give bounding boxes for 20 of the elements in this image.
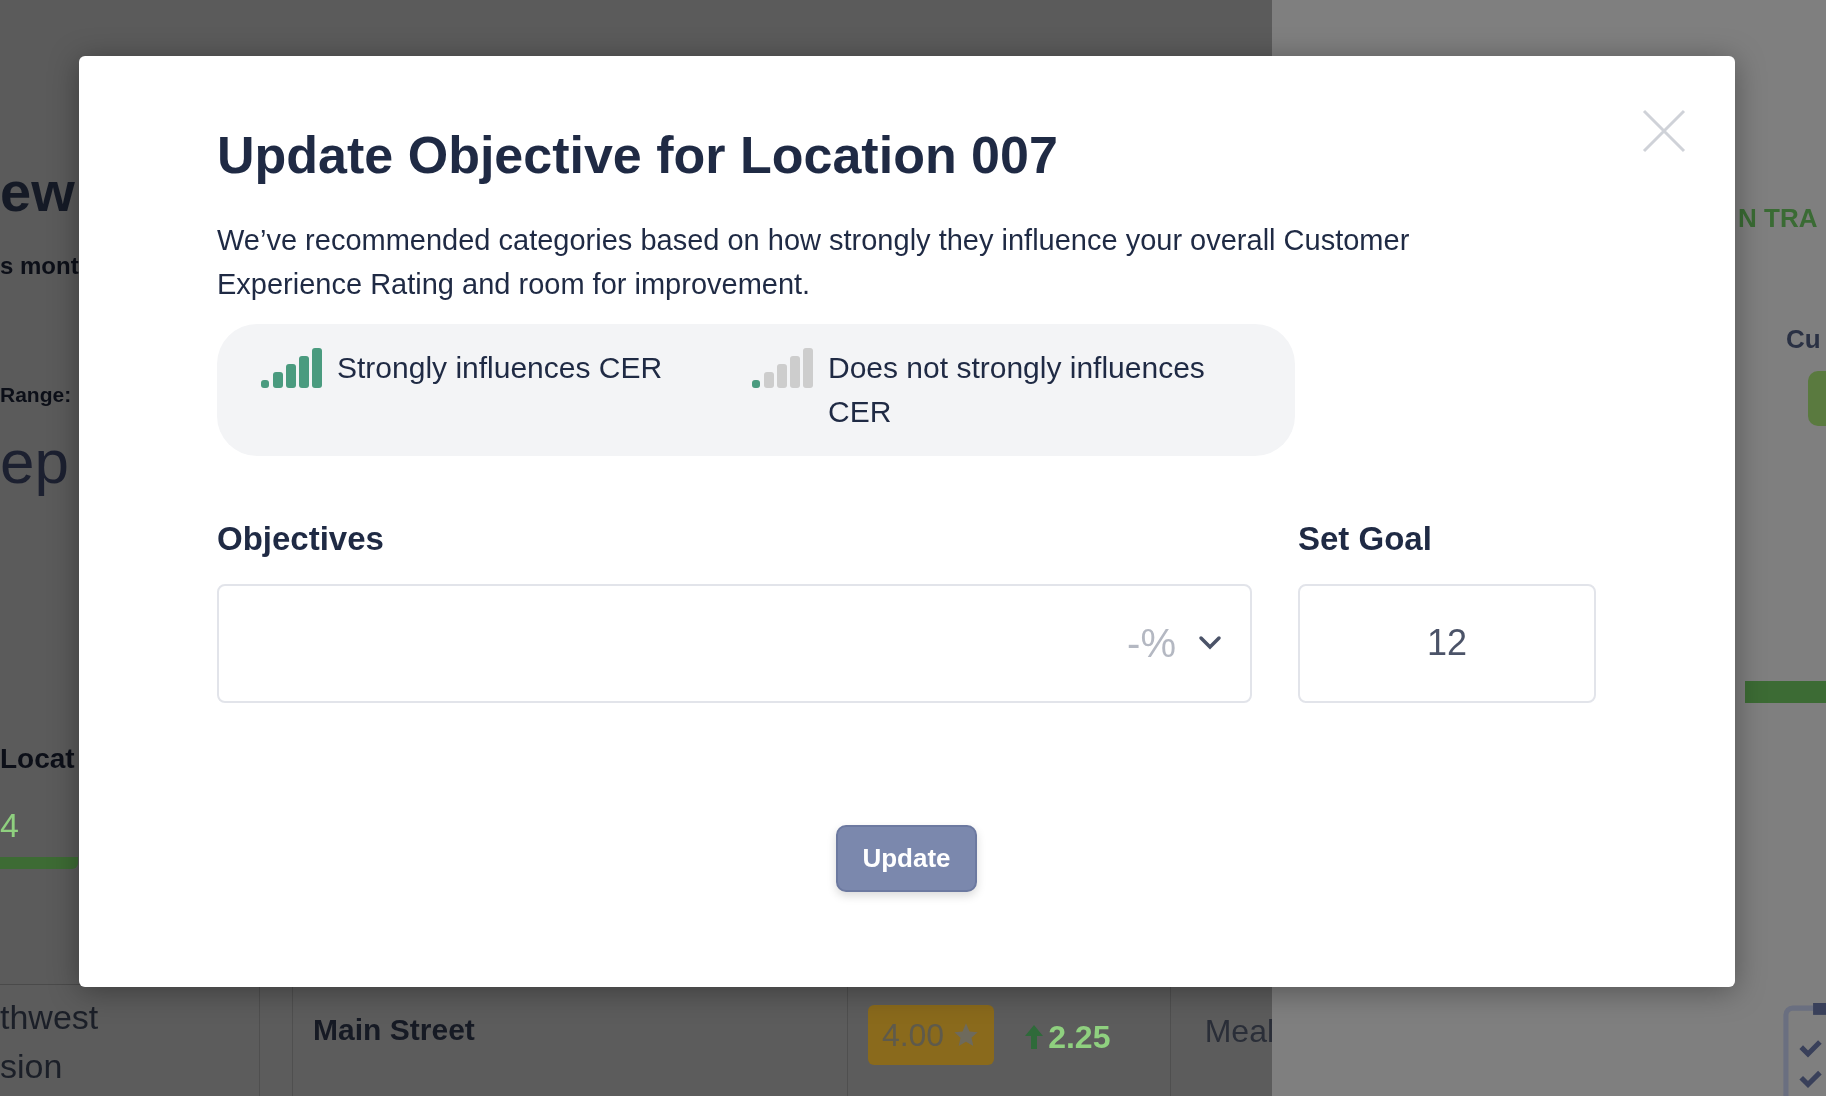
field-label: Set Goal: [1298, 519, 1433, 560]
chevron-down-icon: [1198, 635, 1222, 652]
status-label: N TRA: [1738, 202, 1819, 236]
change-value: 2.25: [1024, 1005, 1111, 1061]
count: 4: [0, 804, 19, 846]
objective-select[interactable]: -%: [217, 583, 1252, 703]
description: We’ve recommended categories based on how strongly they influence your overall Customer Experience Rating and room for improvement.: [217, 223, 1411, 303]
section-title: Locat: [0, 741, 75, 776]
subtitle: s mont: [0, 251, 79, 281]
legend-label: Does not strongly influences CER: [828, 350, 1206, 431]
page-heading: ew: [0, 164, 75, 220]
goal-field[interactable]: 12: [1298, 583, 1596, 703]
up-arrow-icon: [1024, 1024, 1045, 1050]
modal-title: Update Objective for Location 007: [217, 125, 1059, 186]
close-button[interactable]: [1641, 108, 1687, 154]
field-label: Objectives: [217, 519, 385, 560]
range-label: Range:: [0, 382, 72, 408]
field-label: Cu: [1786, 323, 1822, 357]
update-button[interactable]: Update: [836, 824, 977, 892]
legend-label: Strongly influences CER: [337, 350, 663, 387]
